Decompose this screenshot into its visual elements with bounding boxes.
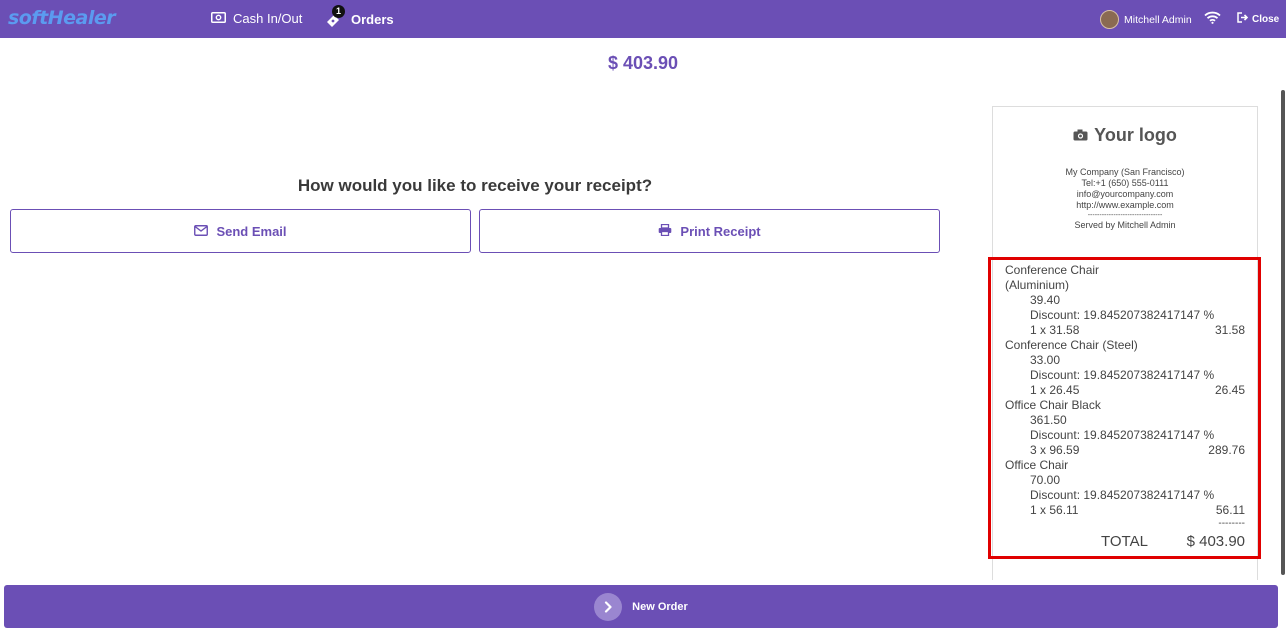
close-label: Close [1252, 13, 1280, 25]
close-button[interactable]: Close [1237, 12, 1279, 26]
receipt-question: How would you like to receive your recei… [297, 176, 653, 195]
receipt-item-price: 70.00 [1030, 473, 1061, 487]
cash-in-out-label: Cash In/Out [233, 11, 303, 26]
logo-text: Your logo [1094, 125, 1177, 145]
receipt-item-name: Office Chair Black [1005, 398, 1101, 412]
order-amount: $ 403.90 [607, 53, 679, 73]
orders-count-badge: 1 [332, 5, 345, 18]
send-email-label: Send Email [216, 223, 287, 239]
company-email: info@yourcompany.com [1076, 189, 1174, 199]
receipt-item-qty-text: 3 x 96.59 [1030, 443, 1080, 457]
receipt-item-qty-text: 1 x 56.11 [1030, 503, 1079, 517]
receipt-item-qty: 1 x 56.11 56.11 [1005, 503, 1245, 518]
company-website: http://www.example.com [1076, 200, 1174, 210]
receipt-item-discount: Discount: 19.845207382417147 % [1030, 488, 1215, 502]
new-order-button[interactable]: New Order [4, 585, 1278, 628]
receipt-item-qty-text: 1 x 26.45 [1030, 383, 1080, 397]
company-phone: Tel:+1 (650) 555-0111 [1081, 178, 1169, 188]
receipt-preview: Your logo My Company (San Francisco) Tel… [992, 106, 1258, 580]
receipt-logo: Your logo [993, 125, 1257, 146]
served-by: Served by Mitchell Admin [1074, 220, 1176, 230]
receipt-item-discount: Discount: 19.845207382417147 % [1030, 308, 1215, 322]
receipt-item-name: Office Chair [1005, 458, 1069, 472]
receipt-item-name: Conference Chair (Steel) [1005, 338, 1138, 352]
total-label: TOTAL [1101, 533, 1148, 550]
receipt-item-price: 39.40 [1030, 293, 1061, 307]
wifi-icon [1204, 11, 1221, 29]
receipt-item-qty: 1 x 26.45 26.45 [1005, 383, 1245, 398]
receipt-item-price: 33.00 [1030, 353, 1061, 367]
chevron-right-icon [594, 592, 623, 621]
receipt-item-qty: 1 x 31.58 31.58 [1005, 323, 1245, 338]
new-order-label: New Order [632, 600, 688, 613]
company-info: My Company (San Francisco) Tel:+1 (650) … [993, 167, 1257, 231]
receipt-item-discount: Discount: 19.845207382417147 % [1030, 368, 1215, 382]
camera-icon [1073, 125, 1088, 146]
receipt-item-name-cont: (Aluminium) [1005, 278, 1070, 292]
user-name: Mitchell Admin [1124, 13, 1192, 26]
avatar [1100, 10, 1119, 29]
receipt-item-discount: Discount: 19.845207382417147 % [1030, 428, 1215, 442]
receipt-item-qty-text: 1 x 31.58 [1030, 323, 1080, 337]
envelope-icon [194, 224, 209, 239]
receipt-item-name: Conference Chair [1005, 263, 1100, 277]
brand-logo: softHealer [8, 7, 116, 29]
total-value: $ 403.90 [1186, 533, 1245, 550]
user-menu[interactable]: Mitchell Admin [1100, 10, 1192, 29]
total-separator: -------- [1218, 518, 1245, 529]
orders-button[interactable]: 1 Orders [326, 5, 394, 27]
scrollbar[interactable] [1281, 90, 1285, 575]
receipt-item-total: 26.45 [1214, 383, 1245, 397]
receipt-item-qty: 3 x 96.59 289.76 [1005, 443, 1245, 458]
receipt-total-row: TOTAL $ 403.90 [1005, 530, 1245, 554]
ticket-icon: 1 [326, 5, 345, 27]
receipt-lines: Conference Chair (Aluminium) 39.40 Disco… [1005, 263, 1245, 554]
receipt-item-total: 31.58 [1214, 323, 1245, 337]
receipt-item-price: 361.50 [1030, 413, 1067, 427]
send-email-button[interactable]: Send Email [10, 209, 471, 253]
sign-out-icon [1237, 12, 1249, 26]
cash-in-out-button[interactable]: Cash In/Out [211, 11, 302, 26]
orders-label: Orders [351, 11, 394, 27]
top-bar: softHealer Cash In/Out 1 Orders Mitchell… [0, 0, 1286, 38]
cash-icon [211, 11, 226, 26]
receipt-item-total: 56.11 [1215, 503, 1245, 517]
printer-icon [658, 223, 672, 239]
print-receipt-button[interactable]: Print Receipt [479, 209, 940, 253]
receipt-item-total: 289.76 [1208, 443, 1245, 457]
company-name: My Company (San Francisco) [1065, 167, 1185, 177]
company-separator: -------------------------------- [1087, 212, 1163, 219]
print-receipt-label: Print Receipt [680, 223, 761, 239]
